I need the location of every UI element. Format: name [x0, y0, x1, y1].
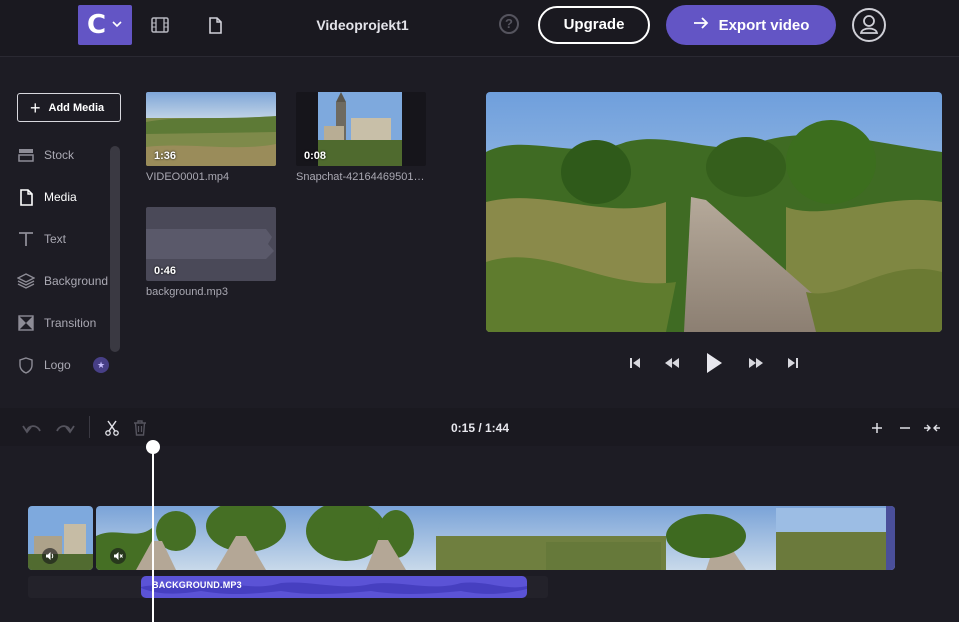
media-thumbnail-audio[interactable]: 0:46 [146, 207, 276, 281]
stock-icon [17, 146, 35, 164]
add-media-label: Add Media [48, 101, 105, 114]
project-title[interactable]: Videoprojekt1 [290, 17, 435, 33]
export-video-button[interactable]: Export video [666, 5, 836, 45]
zoom-in-icon[interactable] [867, 419, 887, 437]
redo-icon[interactable] [55, 419, 75, 437]
toolbar-divider [89, 416, 90, 438]
undo-icon[interactable] [22, 419, 42, 437]
media-duration: 1:36 [154, 150, 177, 162]
chevron-down-icon [112, 19, 122, 32]
fast-forward-icon[interactable] [745, 352, 767, 374]
add-media-button[interactable]: + Add Media [17, 93, 121, 122]
film-icon[interactable] [149, 14, 171, 36]
sidebar-item-label: Background [44, 274, 109, 288]
media-filename: Snapchat-42164469501… [296, 171, 425, 183]
zoom-out-icon[interactable] [895, 419, 915, 437]
sidebar-item-text[interactable]: Text [17, 229, 117, 249]
audio-clip-label: BACKGROUND.MP3 [152, 580, 242, 590]
trash-icon[interactable] [130, 419, 150, 437]
shield-icon [17, 356, 35, 374]
sidebar-item-stock[interactable]: Stock [17, 145, 117, 165]
media-duration: 0:46 [154, 265, 177, 277]
video-preview[interactable] [486, 92, 942, 332]
media-filename: background.mp3 [146, 286, 228, 298]
sidebar-item-media[interactable]: Media [17, 187, 117, 207]
arrow-right-icon [693, 16, 709, 34]
skip-to-start-icon[interactable] [624, 352, 646, 374]
help-icon[interactable]: ? [499, 14, 519, 34]
timeline-clip-video[interactable] [96, 506, 895, 570]
timecode: 0:15 / 1:44 [450, 421, 510, 435]
playhead-handle[interactable] [146, 440, 160, 454]
sidebar-item-label: Stock [44, 148, 75, 162]
media-thumbnail-video[interactable]: 1:36 [146, 92, 276, 166]
media-duration: 0:08 [304, 150, 327, 162]
plus-icon: + [30, 97, 41, 118]
sidebar-item-background[interactable]: Background [17, 271, 117, 291]
sidebar-scrollbar[interactable] [110, 146, 120, 352]
playhead-line [152, 452, 154, 622]
split-scissors-icon[interactable] [102, 419, 122, 437]
transition-icon [17, 314, 35, 332]
media-thumbnail-snapchat[interactable]: 0:08 [296, 92, 426, 166]
document-icon[interactable] [204, 14, 226, 36]
premium-star-badge: ★ [93, 357, 109, 373]
rewind-icon[interactable] [661, 352, 683, 374]
app-menu-button[interactable]: C [78, 5, 132, 45]
export-video-label: Export video [718, 16, 810, 34]
app-logo: C [87, 10, 107, 40]
account-icon[interactable] [852, 8, 886, 42]
skip-to-end-icon[interactable] [782, 352, 804, 374]
media-filename: VIDEO0001.mp4 [146, 171, 230, 183]
volume-icon[interactable] [42, 548, 58, 564]
upgrade-button[interactable]: Upgrade [538, 6, 650, 44]
sidebar-item-label: Text [44, 232, 67, 246]
sidebar-item-label: Transition [44, 316, 97, 330]
sidebar-item-label: Media [44, 190, 77, 204]
layers-icon [17, 272, 35, 290]
text-icon [17, 230, 35, 248]
fit-timeline-icon[interactable] [922, 419, 942, 437]
mute-icon[interactable] [110, 548, 126, 564]
sidebar-item-label: Logo [44, 358, 71, 372]
play-icon[interactable] [702, 350, 726, 376]
sidebar-item-transition[interactable]: Transition [17, 313, 117, 333]
media-file-icon [17, 188, 35, 206]
timeline-clip-snapchat[interactable] [28, 506, 93, 570]
